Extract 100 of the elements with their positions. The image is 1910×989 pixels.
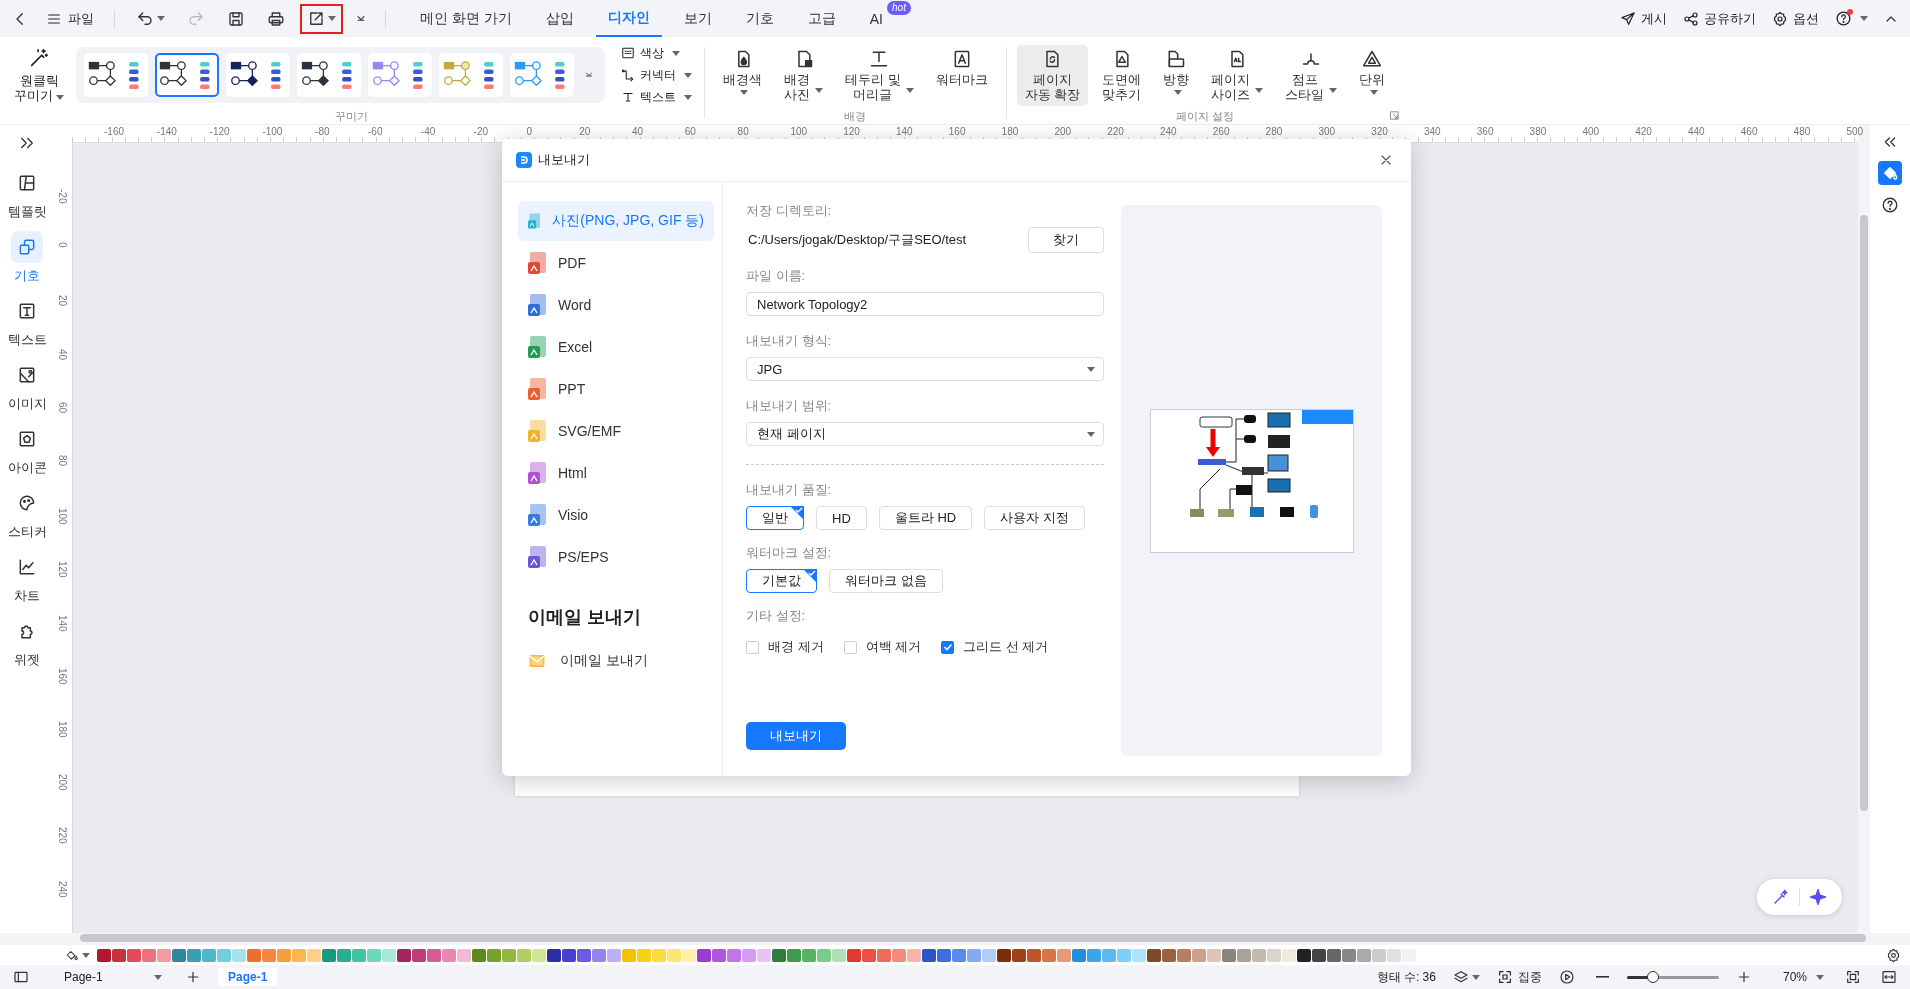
format-dropdown[interactable]: JPG (746, 357, 1104, 381)
export-format-item[interactable]: SVG/EMF (518, 411, 714, 451)
field-label: 저장 디렉토리: (746, 202, 833, 220)
ruler-label: -60 (368, 126, 383, 137)
one-click-beautify-button[interactable]: 원클릭 꾸미기 (8, 43, 70, 107)
ruler-label: 320 (1371, 126, 1388, 137)
unit-button[interactable]: 단위 (1351, 45, 1394, 105)
publish-button[interactable]: 게시 (1616, 6, 1671, 31)
field-label: 내보내기 품질: (746, 481, 833, 499)
ruler-label: 260 (1212, 126, 1230, 137)
sidebar-item[interactable]: 템플릿 (7, 167, 47, 221)
sidebar-item[interactable]: 스티커 (7, 487, 47, 541)
sidebar-item[interactable]: 위젯 (11, 615, 43, 669)
ruler-label: 0 (526, 126, 532, 137)
export-format-item[interactable]: Visio (518, 495, 714, 535)
export-button[interactable]: 내보내기 (746, 722, 846, 750)
ruler-label: 20 (57, 295, 68, 307)
export-format-item[interactable]: PS/EPS (518, 537, 714, 577)
ruler-label: 120 (843, 126, 860, 137)
menu-tab[interactable]: 디자인 (595, 0, 662, 37)
ruler-label: 200 (57, 774, 68, 791)
ruler-label: 400 (1582, 126, 1600, 137)
quality-option[interactable]: HD (816, 506, 867, 530)
share-button[interactable]: 공유하기 (1679, 6, 1760, 31)
hot-badge: hot (887, 1, 911, 15)
ruler-label: 140 (896, 126, 913, 137)
quality-option[interactable]: 일반 (746, 506, 804, 530)
ruler-label: 140 (57, 614, 68, 632)
export-format-item[interactable]: PPT (518, 369, 714, 409)
dialog-title: 내보내기 (538, 151, 590, 169)
ruler-label: 240 (57, 880, 68, 898)
menu-tab[interactable]: 메인 화면 가기 (408, 0, 524, 37)
file-name-field[interactable]: Network Topology2 (746, 292, 1104, 316)
send-email-item[interactable]: 이메일 보내기 (518, 641, 714, 681)
field-label: 워터마크 설정: (746, 544, 833, 562)
ruler-label: -100 (262, 126, 283, 137)
ruler-label: 20 (579, 126, 591, 137)
group-label: 배경 (844, 109, 867, 124)
color-dropdown[interactable]: 색상 (619, 43, 694, 63)
connector-dropdown[interactable]: 커넥터 (619, 65, 694, 85)
export-format-item[interactable]: Excel (518, 327, 714, 367)
sidebar-item[interactable]: 차트 (11, 551, 43, 605)
file-menu[interactable]: 파일 (40, 6, 100, 31)
ruler-label: 420 (1635, 126, 1652, 137)
field-label: 내보내기 범위: (746, 397, 833, 415)
range-dropdown[interactable]: 현재 페이지 (746, 422, 1104, 446)
autoexpand-button[interactable]: 페이지 자동 확장 (1016, 44, 1089, 106)
ruler-label: 300 (1318, 126, 1336, 137)
watermark-button[interactable]: 워터마크 (927, 45, 996, 105)
page-dropdown[interactable]: Page-1 (58, 968, 168, 986)
export-format-item[interactable]: Html (518, 453, 714, 493)
sidebar-item[interactable]: 아이콘 (7, 423, 47, 477)
ruler-label: 160 (948, 126, 966, 137)
text-dropdown[interactable]: 텍스트 (619, 87, 694, 107)
ruler-label: 380 (1529, 126, 1547, 137)
ruler-label: -140 (156, 126, 177, 137)
zoom-dropdown[interactable]: 70% (1778, 968, 1828, 986)
ruler-label: 160 (57, 667, 68, 685)
group-label: 페이지 설정 (1175, 109, 1234, 124)
ruler-label: -40 (420, 126, 436, 137)
section-heading: 이메일 보내기 (528, 606, 642, 629)
ruler-label: 240 (1160, 126, 1177, 137)
border-button[interactable]: 테두리 및 머리글 (837, 44, 922, 106)
export-format-item[interactable]: 사진(PNG, JPG, GIF 등) (518, 201, 714, 241)
quality-option[interactable]: 사용자 지정 (984, 506, 1085, 530)
ruler-label: 100 (57, 508, 68, 525)
pagesize-button[interactable]: 페이지 사이즈 (1203, 44, 1272, 106)
ruler-label: -160 (104, 126, 124, 137)
checkbox-label: 여백 제거 (865, 638, 922, 656)
picture-button[interactable]: 배경 사진 (776, 44, 831, 106)
shape-count: 형태 수: 36 (1376, 968, 1436, 986)
ruler-label: -80 (315, 126, 330, 137)
directory-path: C:/Users/jogak/Desktop/구글SEO/test (747, 231, 967, 249)
checkbox-label: 배경 제거 (768, 638, 824, 656)
sidebar-item[interactable]: 텍스트 (7, 295, 47, 349)
menu-tab[interactable]: 보기 (671, 0, 724, 37)
menu-tab[interactable]: 고급 (795, 0, 848, 37)
fill-button[interactable]: 배경색 (715, 45, 770, 105)
field-label: 파일 이름: (746, 267, 807, 285)
export-format-item[interactable]: PDF (518, 243, 714, 283)
orientation-button[interactable]: 방향 (1155, 45, 1198, 105)
page-tab[interactable]: Page-1 (218, 968, 278, 986)
export-format-item[interactable]: Word (518, 285, 714, 325)
ruler-label: -120 (209, 126, 230, 137)
watermark-option[interactable]: 워터마크 없음 (829, 569, 943, 593)
ruler-label: 60 (684, 126, 696, 137)
watermark-option[interactable]: 기본값 (746, 569, 817, 593)
ruler-label: 460 (1740, 126, 1758, 137)
jump-button[interactable]: 점프 스타일 (1277, 44, 1346, 106)
checkbox-label: 그리드 선 제거 (963, 638, 1049, 656)
browse-button[interactable]: 찾기 (1028, 227, 1104, 253)
sidebar-item[interactable]: 이미지 (7, 359, 47, 413)
ruler-label: 40 (632, 126, 644, 137)
options-button[interactable]: 옵션 (1768, 6, 1823, 31)
ruler-label: 60 (57, 401, 68, 413)
quality-option[interactable]: 울트라 HD (878, 506, 973, 530)
fit-button[interactable]: 도면에 맞추기 (1094, 44, 1150, 106)
menu-tab[interactable]: 기호 (733, 0, 786, 37)
focus-button[interactable]: 집중 (1496, 968, 1542, 986)
menu-tab[interactable]: 삽입 (533, 0, 586, 37)
